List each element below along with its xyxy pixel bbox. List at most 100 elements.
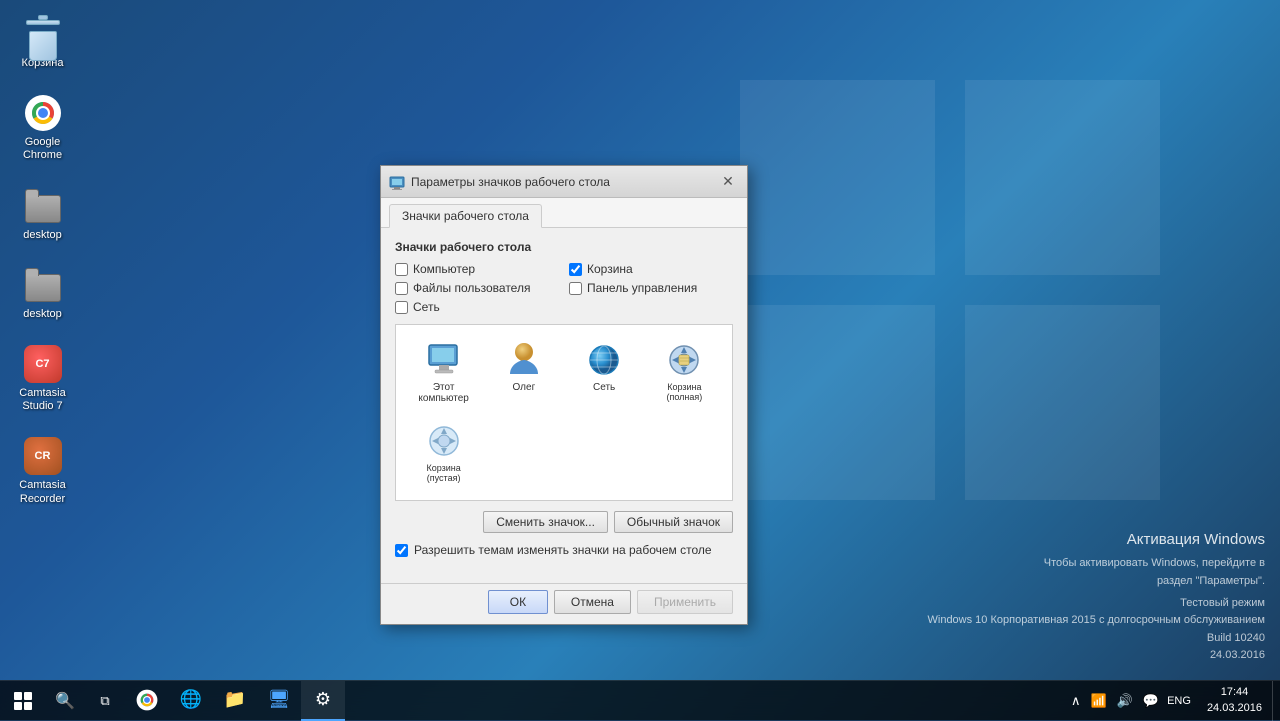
theme-checkbox-label[interactable]: Разрешить темам изменять значки на рабоч…: [414, 543, 712, 557]
grid-item-user[interactable]: Олег: [486, 335, 561, 411]
search-button[interactable]: 🔍: [45, 681, 85, 721]
checkbox-files[interactable]: [395, 282, 408, 295]
theme-checkbox-row: Разрешить темам изменять значки на рабоч…: [395, 543, 733, 557]
dialog-titlebar: Параметры значков рабочего стола ✕: [381, 166, 747, 198]
show-desktop-button[interactable]: [1272, 681, 1280, 721]
checkbox-korzina-label[interactable]: Корзина: [587, 262, 633, 276]
task-view-button[interactable]: ⧉: [85, 681, 125, 721]
tray-arrow-icon[interactable]: ∧: [1069, 691, 1083, 711]
desktop: Корзина Google Chrome: [0, 0, 1280, 720]
checkbox-files-item: Файлы пользователя: [395, 281, 559, 295]
tray-action-center-icon[interactable]: 💬: [1141, 691, 1161, 711]
taskbar-app-settings[interactable]: ⚙: [301, 681, 345, 721]
grid-item-recycle-empty[interactable]: Корзина (пустая): [406, 416, 481, 490]
start-icon: [14, 692, 32, 710]
grid-label-recycle-full: Корзина (полная): [652, 382, 717, 402]
taskbar-app-folder[interactable]: 📁: [213, 681, 257, 721]
checkbox-panel-label[interactable]: Панель управления: [587, 281, 697, 295]
activation-line2: раздел "Параметры".: [928, 573, 1266, 591]
chrome-taskbar-icon: [136, 689, 158, 711]
section-title: Значки рабочего стола: [395, 240, 733, 254]
checkbox-panel[interactable]: [569, 282, 582, 295]
desktop-icon-recyclebin[interactable]: Корзина: [5, 10, 80, 74]
ie-taskbar-icon: 🖥: [268, 689, 291, 710]
system-tray: ∧ 📶 🔊 💬 ENG: [1063, 681, 1197, 721]
search-icon: 🔍: [55, 691, 75, 711]
recycle-empty-icon-preview: [426, 423, 462, 459]
cancel-button[interactable]: Отмена: [554, 590, 631, 614]
activation-line6: 24.03.2016: [928, 647, 1266, 665]
folder2-label: desktop: [23, 308, 62, 321]
computer-icon-preview: [426, 342, 462, 378]
taskbar-right: ∧ 📶 🔊 💬 ENG 17:44 24.03.2016: [1063, 681, 1280, 721]
desktop-icon-camtasia-recorder[interactable]: CR Camtasia Recorder: [5, 432, 80, 509]
user-icon-preview: [506, 342, 542, 378]
activation-line1: Чтобы активировать Windows, перейдите в: [928, 555, 1266, 573]
camtasia-recorder-label: Camtasia Recorder: [9, 479, 76, 505]
activation-line4: Windows 10 Корпоративная 2015 с долгосро…: [928, 612, 1266, 630]
grid-label-recycle-empty: Корзина (пустая): [411, 463, 476, 483]
checkbox-network-item: Сеть: [395, 300, 559, 314]
checkbox-theme[interactable]: [395, 544, 408, 557]
dialog-desktop-icons: Параметры значков рабочего стола ✕ Значк…: [380, 165, 748, 625]
checkbox-computer[interactable]: [395, 263, 408, 276]
desktop-icon-folder2[interactable]: desktop: [5, 261, 80, 325]
apply-button[interactable]: Применить: [637, 590, 733, 614]
dialog-close-button[interactable]: ✕: [717, 171, 739, 193]
activation-line5: Build 10240: [928, 630, 1266, 648]
clock-time: 17:44: [1221, 685, 1249, 700]
start-button[interactable]: [0, 681, 45, 721]
grid-item-computer[interactable]: Этот компьютер: [406, 335, 481, 411]
desktop-icons-area: Корзина Google Chrome: [5, 10, 80, 510]
chrome-label: Google Chrome: [9, 136, 76, 162]
checkbox-computer-item: Компьютер: [395, 262, 559, 276]
recycle-full-icon-preview: [666, 342, 702, 378]
folder1-label: desktop: [23, 229, 62, 242]
dialog-tabs: Значки рабочего стола: [381, 198, 747, 228]
dialog-title-icon: [389, 174, 405, 190]
language-indicator[interactable]: ENG: [1167, 695, 1191, 707]
checkbox-korzina[interactable]: [569, 263, 582, 276]
default-icon-button[interactable]: Обычный значок: [614, 511, 733, 533]
taskbar-app-ie[interactable]: 🖥: [257, 681, 301, 721]
tray-network-icon[interactable]: 📶: [1089, 691, 1109, 711]
dialog-footer: ОК Отмена Применить: [381, 583, 747, 624]
grid-label-network: Сеть: [593, 382, 615, 393]
ok-button[interactable]: ОК: [488, 590, 548, 614]
task-view-icon: ⧉: [100, 693, 109, 709]
icon-preview-grid: Этот компьютер: [395, 324, 733, 501]
activation-line3: Тестовый режим: [1180, 597, 1265, 609]
checkbox-panel-item: Панель управления: [569, 281, 733, 295]
camtasia7-label: Camtasia Studio 7: [9, 387, 76, 413]
taskbar-app-network[interactable]: 🌐: [169, 681, 213, 721]
dialog-title-area: Параметры значков рабочего стола: [389, 174, 610, 190]
activation-title: Активация Windows: [928, 528, 1266, 552]
desktop-icon-folder1[interactable]: desktop: [5, 182, 80, 246]
grid-item-recycle-full[interactable]: Корзина (полная): [647, 335, 722, 411]
tab-desktop-icons[interactable]: Значки рабочего стола: [389, 204, 542, 228]
grid-item-network[interactable]: Сеть: [567, 335, 642, 411]
taskbar: 🔍 ⧉ 🌐 📁: [0, 680, 1280, 720]
change-icon-button[interactable]: Сменить значок...: [483, 511, 608, 533]
checkbox-computer-label[interactable]: Компьютер: [413, 262, 475, 276]
network-icon-preview: [586, 342, 622, 378]
grid-label-user: Олег: [513, 382, 536, 393]
checkbox-network-label[interactable]: Сеть: [413, 300, 440, 314]
dialog-body: Значки рабочего стола Компьютер Корзина …: [381, 228, 747, 583]
checkbox-files-label[interactable]: Файлы пользователя: [413, 281, 530, 295]
network-taskbar-icon: 🌐: [180, 689, 202, 710]
checkbox-korzina-item: Корзина: [569, 262, 733, 276]
desktop-icon-camtasia7[interactable]: C7 Camtasia Studio 7: [5, 340, 80, 417]
checkbox-network[interactable]: [395, 301, 408, 314]
dialog-title-text: Параметры значков рабочего стола: [411, 175, 610, 189]
tray-volume-icon[interactable]: 🔊: [1115, 691, 1135, 711]
folder-taskbar-icon: 📁: [224, 689, 246, 710]
taskbar-apps: 🌐 📁 🖥 ⚙: [125, 681, 345, 721]
taskbar-clock[interactable]: 17:44 24.03.2016: [1197, 685, 1272, 716]
grid-label-computer: Этот компьютер: [411, 382, 476, 404]
checkbox-grid: Компьютер Корзина Файлы пользователя Пан…: [395, 262, 733, 314]
desktop-icon-chrome[interactable]: Google Chrome: [5, 89, 80, 166]
clock-date: 24.03.2016: [1207, 701, 1262, 716]
taskbar-app-chrome[interactable]: [125, 681, 169, 721]
activation-watermark: Активация Windows Чтобы активировать Win…: [928, 528, 1266, 665]
